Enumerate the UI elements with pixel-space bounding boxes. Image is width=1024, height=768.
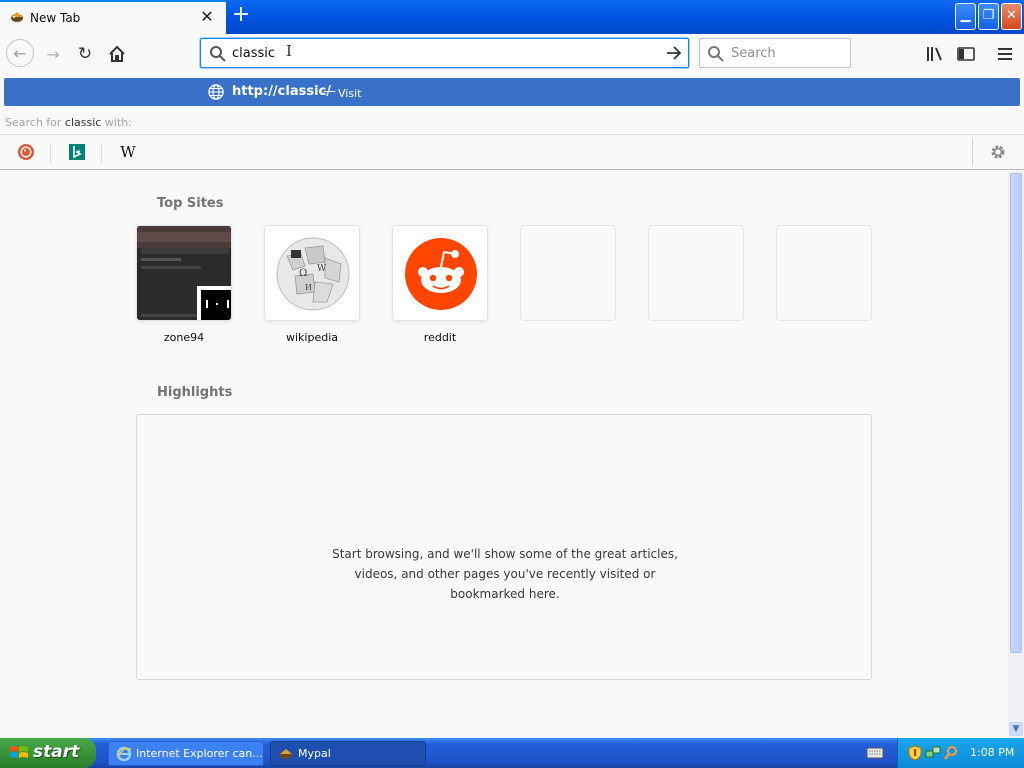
- library-icon: [927, 47, 942, 61]
- top-site-tile-empty[interactable]: [520, 225, 616, 321]
- duckduckgo-icon[interactable]: [16, 143, 36, 161]
- internet-explorer-icon: [116, 746, 132, 762]
- forward-button[interactable]: →: [40, 41, 66, 67]
- scrollbar-thumb[interactable]: [1010, 173, 1022, 653]
- globe-icon: [208, 84, 224, 100]
- top-site-label: wikipedia: [285, 331, 338, 344]
- search-for-prefix: Search for: [5, 116, 62, 129]
- keyboard-icon[interactable]: [866, 746, 884, 760]
- restore-window-button[interactable]: ❐: [978, 3, 999, 30]
- system-tray: 1:08 PM: [897, 738, 1024, 768]
- tab-title: New Tab: [30, 11, 81, 25]
- wikipedia-icon[interactable]: W: [118, 143, 138, 161]
- new-tab-page: Top Sites zone94 Ω W И wikipedia reddit …: [0, 171, 1008, 738]
- result-url: http://classic/: [232, 84, 332, 99]
- result-separator: —: [323, 84, 336, 99]
- top-sites-heading: Top Sites: [157, 196, 224, 211]
- network-icon[interactable]: [925, 745, 941, 761]
- start-button[interactable]: start: [0, 738, 96, 768]
- back-button[interactable]: ←: [6, 39, 34, 67]
- search-input[interactable]: [731, 45, 846, 61]
- wikipedia-globe-icon: Ω W И: [276, 237, 350, 311]
- svg-text:И: И: [305, 283, 312, 292]
- url-input[interactable]: [232, 44, 632, 62]
- reload-button[interactable]: ↻: [72, 41, 98, 67]
- top-site-tile-empty[interactable]: [648, 225, 744, 321]
- url-autocomplete-popup: http://classic/ — Visit Search for class…: [0, 74, 1024, 170]
- engine-divider: [972, 139, 973, 165]
- search-for-label: Search for classic with:: [5, 116, 132, 129]
- autocomplete-result-visit[interactable]: http://classic/ — Visit: [4, 78, 1020, 106]
- zone94-thumbnail: [137, 226, 231, 320]
- sidebar-icon: [957, 47, 975, 61]
- go-arrow-icon[interactable]: [664, 43, 684, 63]
- new-tab-button[interactable]: +: [230, 4, 252, 28]
- clock: 1:08 PM: [970, 746, 1015, 759]
- home-icon: [109, 45, 125, 62]
- highlights-heading: Highlights: [157, 385, 233, 400]
- navigation-toolbar: ← → ↻ I: [0, 34, 1024, 74]
- vertical-scrollbar[interactable]: ▼: [1008, 171, 1024, 738]
- hamburger-menu-icon: [998, 48, 1012, 60]
- windows-flag-icon: [10, 746, 28, 758]
- mypal-icon: [280, 749, 292, 759]
- svg-text:Ω: Ω: [299, 268, 307, 279]
- search-bar[interactable]: [699, 38, 851, 68]
- engine-divider: [50, 143, 51, 163]
- search-icon: [708, 46, 724, 62]
- menu-button[interactable]: [992, 41, 1018, 67]
- title-bar: New Tab ✕ + ▁ ❐ ✕: [0, 0, 1024, 34]
- taskbar-item-internet-explorer[interactable]: Internet Explorer can...: [108, 741, 264, 766]
- top-site-tile-reddit[interactable]: [392, 225, 488, 321]
- bing-icon[interactable]: [67, 143, 87, 161]
- engine-divider: [101, 143, 102, 163]
- back-arrow-icon: ←: [13, 43, 27, 63]
- forward-arrow-icon: →: [46, 44, 60, 64]
- search-icon[interactable]: [943, 745, 959, 761]
- taskbar-item-mypal[interactable]: Mypal: [270, 741, 426, 766]
- search-for-suffix: with:: [104, 116, 132, 129]
- reddit-icon: [405, 238, 477, 310]
- taskbar: start Internet Explorer can... Mypal 1:0…: [0, 738, 1024, 768]
- gear-icon[interactable]: [988, 142, 1008, 162]
- top-site-tile-empty[interactable]: [776, 225, 872, 321]
- top-site-tile-wikipedia[interactable]: Ω W И: [264, 225, 360, 321]
- start-label: start: [33, 742, 80, 762]
- close-tab-icon[interactable]: ✕: [198, 8, 216, 26]
- close-window-button[interactable]: ✕: [1001, 3, 1022, 30]
- tab-new-tab[interactable]: New Tab ✕: [0, 0, 226, 34]
- search-for-term: classic: [64, 116, 102, 129]
- search-icon: [210, 46, 226, 62]
- top-site-label: reddit: [423, 331, 457, 344]
- minimize-window-button[interactable]: ▁: [955, 3, 976, 30]
- sidebar-toggle-button[interactable]: [953, 41, 979, 67]
- library-button[interactable]: [922, 41, 948, 67]
- security-shield-icon[interactable]: [907, 745, 923, 761]
- home-button[interactable]: [104, 41, 130, 67]
- top-site-label: zone94: [163, 331, 205, 344]
- url-bar[interactable]: I: [200, 38, 689, 68]
- taskbar-item-label: Internet Explorer can...: [136, 747, 263, 760]
- scroll-down-arrow-icon[interactable]: ▼: [1009, 722, 1023, 736]
- highlights-empty-message: Start browsing, and we'll show some of t…: [332, 547, 678, 601]
- mypal-icon: [11, 12, 23, 22]
- top-site-tile-zone94[interactable]: [136, 225, 232, 321]
- highlights-panel: Start browsing, and we'll show some of t…: [136, 414, 872, 680]
- svg-text:W: W: [317, 264, 327, 274]
- reload-icon: ↻: [77, 44, 93, 64]
- search-engine-row: W: [0, 134, 1024, 168]
- taskbar-item-label: Mypal: [298, 747, 331, 760]
- text-cursor-icon: I: [286, 42, 292, 60]
- result-action-label: Visit: [338, 87, 362, 100]
